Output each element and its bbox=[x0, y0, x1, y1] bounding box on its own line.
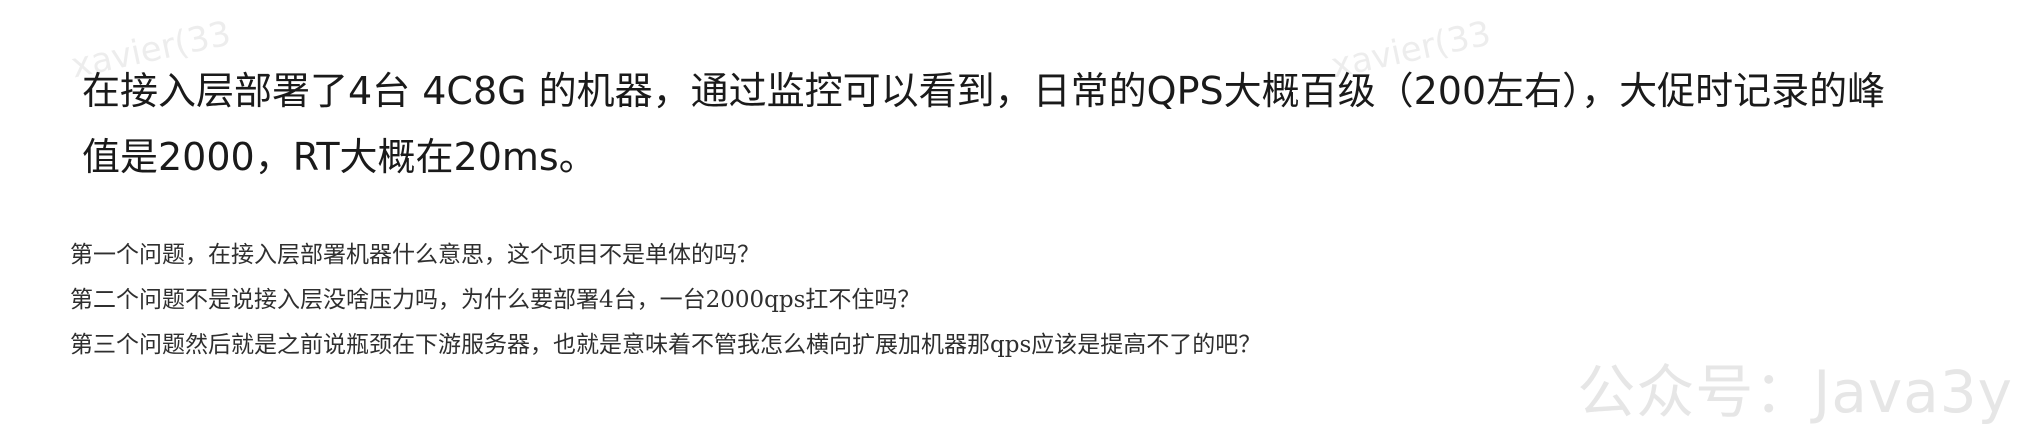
question-3: 第三个问题然后就是之前说瓶颈在下游服务器，也就是意味着不管我怎么横向扩展加机器那… bbox=[70, 332, 1262, 358]
question-2: 第二个问题不是说接入层没啥压力吗，为什么要部署4台，一台2000qps扛不住吗？ bbox=[70, 287, 921, 313]
question-1: 第一个问题，在接入层部署机器什么意思，这个项目不是单体的吗？ bbox=[70, 242, 760, 268]
quote-line: 在接入层部署了4台 4C8G 的机器，通过监控可以看到，日常的QPS大概百级（2… bbox=[82, 69, 1886, 113]
quote-line: 值是2000，RT大概在20ms。 bbox=[82, 135, 597, 179]
wechat-account-watermark: 公众号：Java3y bbox=[1577, 358, 2013, 426]
question-list: 第一个问题，在接入层部署机器什么意思，这个项目不是单体的吗？ 第二个问题不是说接… bbox=[70, 233, 1261, 368]
quoted-passage: 在接入层部署了4台 4C8G 的机器，通过监控可以看到，日常的QPS大概百级（2… bbox=[82, 58, 1982, 190]
